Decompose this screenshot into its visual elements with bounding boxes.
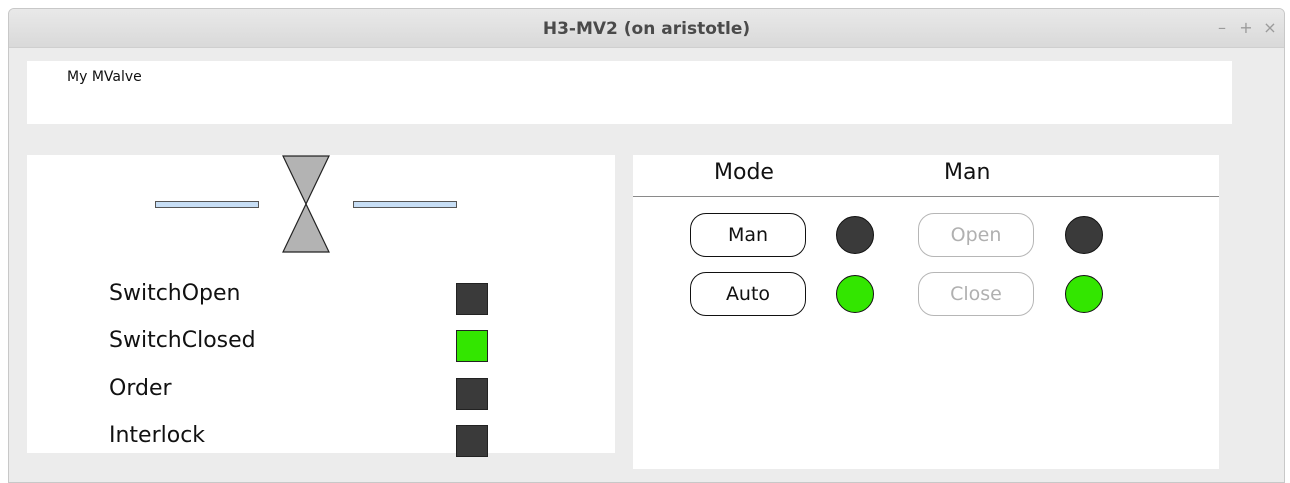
close-indicator xyxy=(1065,275,1103,313)
signal-label-switchclosed: SwitchClosed xyxy=(109,328,256,353)
signal-label-switchopen: SwitchOpen xyxy=(109,281,241,306)
title-bar[interactable]: H3-MV2 (on aristotle) – + × xyxy=(9,9,1284,48)
open-button[interactable]: Open xyxy=(918,213,1034,257)
inlet-pipe xyxy=(155,201,259,208)
signal-indicator-switchopen xyxy=(456,283,488,315)
signal-indicator-order xyxy=(456,378,488,410)
man-column-header: Man xyxy=(944,160,991,185)
header-divider xyxy=(633,196,1219,197)
minimize-icon[interactable]: – xyxy=(1214,18,1230,37)
mode-column-header: Mode xyxy=(714,160,774,185)
maximize-icon[interactable]: + xyxy=(1238,18,1254,37)
signal-label-order: Order xyxy=(109,376,172,401)
window-title: H3-MV2 (on aristotle) xyxy=(542,19,751,39)
valve-icon xyxy=(282,155,330,253)
close-button[interactable]: Close xyxy=(918,272,1034,316)
signal-indicator-switchclosed xyxy=(456,330,488,362)
signal-indicator-interlock xyxy=(456,425,488,457)
signal-label-interlock: Interlock xyxy=(109,423,206,448)
valve-lower-triangle xyxy=(282,202,330,253)
man-mode-indicator xyxy=(836,216,874,254)
auto-mode-button[interactable]: Auto xyxy=(690,272,806,316)
valve-upper-triangle xyxy=(282,155,330,206)
man-mode-button[interactable]: Man xyxy=(690,213,806,257)
outlet-pipe xyxy=(353,201,457,208)
header-panel: My MValve xyxy=(27,61,1232,124)
valve-status-panel: SwitchOpen SwitchClosed Order Interlock xyxy=(27,155,615,457)
close-icon[interactable]: × xyxy=(1262,18,1278,37)
app-window: H3-MV2 (on aristotle) – + × My MValve Sw… xyxy=(8,8,1285,483)
valve-name-label: My MValve xyxy=(67,69,142,85)
auto-mode-indicator xyxy=(836,275,874,313)
control-panel: Mode Man Man Auto Open Close xyxy=(633,155,1219,469)
open-indicator xyxy=(1065,216,1103,254)
